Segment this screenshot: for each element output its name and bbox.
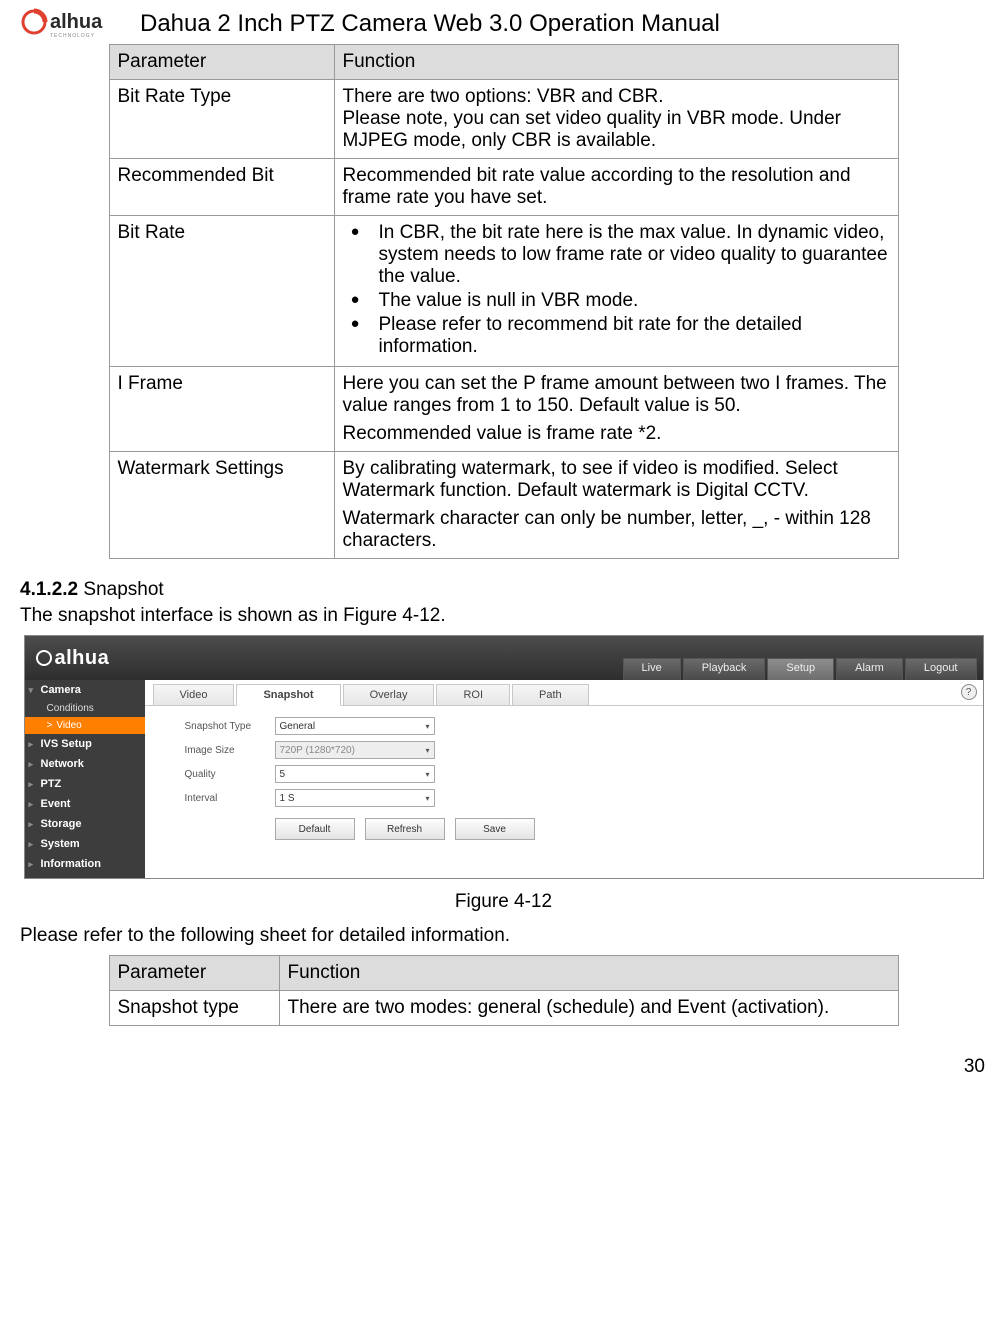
sidebar-item-information[interactable]: Information bbox=[25, 854, 145, 874]
svg-text:TECHNOLOGY: TECHNOLOGY bbox=[50, 33, 95, 39]
table-row: Bit Rate In CBR, the bit rate here is th… bbox=[109, 216, 898, 367]
select-snapshot-type[interactable]: General bbox=[275, 717, 435, 735]
table-row: Watermark Settings By calibrating waterm… bbox=[109, 452, 898, 559]
label-quality: Quality bbox=[185, 769, 275, 780]
brand-logo: alhua TECHNOLOGY bbox=[20, 8, 130, 40]
tab-bar: Video Snapshot Overlay ROI Path bbox=[145, 680, 983, 706]
sidebar-item-ptz[interactable]: PTZ bbox=[25, 774, 145, 794]
parameter-table-1: Parameter Function Bit Rate Type There a… bbox=[109, 44, 899, 559]
reference-text: Please refer to the following sheet for … bbox=[20, 925, 987, 947]
th-function: Function bbox=[279, 956, 898, 991]
page-number: 30 bbox=[20, 1056, 987, 1078]
top-nav: Live Playback Setup Alarm Logout bbox=[623, 658, 977, 680]
table-row: Recommended Bit Recommended bit rate val… bbox=[109, 159, 898, 216]
embedded-screenshot: alhua Live Playback Setup Alarm Logout C… bbox=[24, 635, 984, 879]
refresh-button[interactable]: Refresh bbox=[365, 818, 445, 840]
brand-text: alhua bbox=[50, 11, 103, 33]
sidebar-item-network[interactable]: Network bbox=[25, 754, 145, 774]
tab-snapshot[interactable]: Snapshot bbox=[236, 684, 340, 706]
nav-playback[interactable]: Playback bbox=[683, 658, 766, 680]
label-snapshot-type: Snapshot Type bbox=[185, 721, 275, 732]
figure-caption: Figure 4-12 bbox=[20, 891, 987, 913]
table-row: Bit Rate Type There are two options: VBR… bbox=[109, 80, 898, 159]
save-button[interactable]: Save bbox=[455, 818, 535, 840]
sidebar-item-event[interactable]: Event bbox=[25, 794, 145, 814]
sidebar: Camera Conditions Video IVS Setup Networ… bbox=[25, 680, 145, 878]
table-row: I Frame Here you can set the P frame amo… bbox=[109, 367, 898, 452]
section-intro: The snapshot interface is shown as in Fi… bbox=[20, 605, 987, 627]
label-interval: Interval bbox=[185, 793, 275, 804]
sidebar-item-storage[interactable]: Storage bbox=[25, 814, 145, 834]
th-parameter: Parameter bbox=[109, 956, 279, 991]
sidebar-sub-video[interactable]: Video bbox=[25, 717, 145, 734]
table-row: Snapshot type There are two modes: gener… bbox=[109, 991, 898, 1026]
nav-alarm[interactable]: Alarm bbox=[836, 658, 903, 680]
sidebar-item-ivs[interactable]: IVS Setup bbox=[25, 734, 145, 754]
page-title: Dahua 2 Inch PTZ Camera Web 3.0 Operatio… bbox=[140, 10, 720, 38]
app-logo: alhua bbox=[35, 636, 110, 680]
section-heading: 4.1.2.2 Snapshot bbox=[20, 579, 987, 601]
tab-roi[interactable]: ROI bbox=[436, 684, 510, 705]
select-quality[interactable]: 5 bbox=[275, 765, 435, 783]
tab-video[interactable]: Video bbox=[153, 684, 235, 705]
th-function: Function bbox=[334, 45, 898, 80]
select-image-size[interactable]: 720P (1280*720) bbox=[275, 741, 435, 759]
nav-logout[interactable]: Logout bbox=[905, 658, 977, 680]
help-icon[interactable]: ? bbox=[961, 684, 977, 700]
select-interval[interactable]: 1 S bbox=[275, 789, 435, 807]
default-button[interactable]: Default bbox=[275, 818, 355, 840]
label-image-size: Image Size bbox=[185, 745, 275, 756]
tab-path[interactable]: Path bbox=[512, 684, 589, 705]
parameter-table-2: Parameter Function Snapshot type There a… bbox=[109, 955, 899, 1026]
nav-setup[interactable]: Setup bbox=[767, 658, 834, 680]
sidebar-item-camera[interactable]: Camera bbox=[25, 680, 145, 700]
th-parameter: Parameter bbox=[109, 45, 334, 80]
tab-overlay[interactable]: Overlay bbox=[343, 684, 435, 705]
nav-live[interactable]: Live bbox=[623, 658, 681, 680]
sidebar-sub-conditions[interactable]: Conditions bbox=[25, 700, 145, 717]
sidebar-item-system[interactable]: System bbox=[25, 834, 145, 854]
